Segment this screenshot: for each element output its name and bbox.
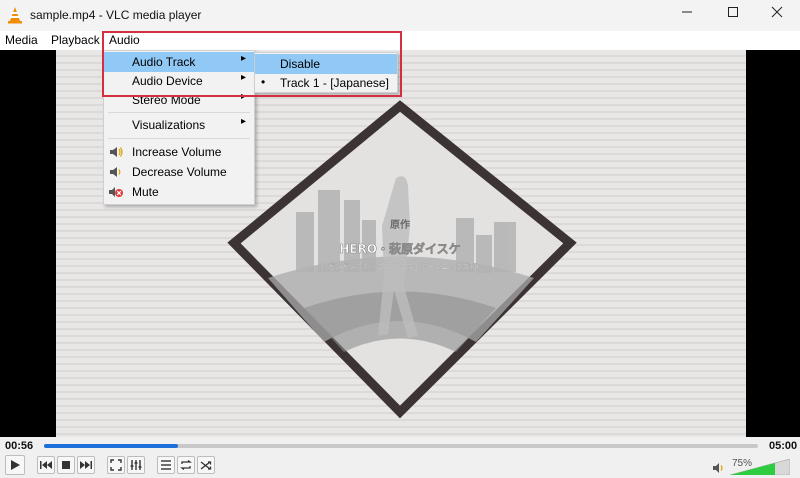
- menu-divider: [108, 138, 250, 139]
- menu-item-decrease-volume[interactable]: Decrease Volume: [104, 162, 254, 182]
- playlist-button[interactable]: [157, 456, 175, 474]
- vlc-cone-icon: [8, 7, 22, 24]
- menu-item-audio-device[interactable]: Audio Device ▸: [104, 71, 254, 91]
- chevron-right-icon: ▸: [240, 72, 246, 83]
- chevron-right-icon: ▸: [240, 116, 246, 127]
- loop-button[interactable]: [177, 456, 195, 474]
- menu-item-mute[interactable]: Mute: [104, 182, 254, 202]
- fullscreen-icon: [110, 459, 122, 471]
- menu-item-visualizations[interactable]: Visualizations ▸: [104, 115, 254, 135]
- minimize-icon: [682, 11, 692, 13]
- menu-playback[interactable]: Playback: [51, 33, 100, 47]
- fullscreen-button[interactable]: [107, 456, 125, 474]
- extended-settings-button[interactable]: [127, 456, 145, 474]
- submenu-item-track-1[interactable]: • Track 1 - [Japanese]: [255, 73, 397, 93]
- play-icon: [11, 460, 20, 470]
- elapsed-time: 00:56: [5, 440, 34, 452]
- submenu-item-disable[interactable]: Disable: [255, 54, 397, 74]
- stop-button[interactable]: [57, 456, 75, 474]
- shuffle-button[interactable]: [197, 456, 215, 474]
- close-icon: [771, 6, 783, 18]
- menu-audio[interactable]: Audio: [109, 33, 140, 47]
- window-title: sample.mp4 - VLC media player: [30, 8, 202, 22]
- volume-up-icon: [110, 147, 123, 157]
- shuffle-icon: [200, 461, 212, 470]
- menu-item-stereo-mode[interactable]: Stereo Mode ▸: [104, 90, 254, 110]
- loop-icon: [180, 459, 192, 471]
- title-bar: sample.mp4 - VLC media player: [0, 0, 800, 31]
- next-button[interactable]: [77, 456, 95, 474]
- volume-down-icon: [110, 167, 121, 177]
- playlist-icon: [161, 460, 171, 470]
- menu-media[interactable]: Media: [5, 33, 38, 47]
- skip-next-icon: [80, 461, 92, 469]
- previous-button[interactable]: [37, 456, 55, 474]
- credit-label: 原作: [390, 218, 410, 231]
- speaker-icon[interactable]: [712, 462, 724, 474]
- player-controls: 00:56 05:00 75%: [0, 437, 800, 478]
- equalizer-icon: [130, 460, 142, 470]
- volume-slider[interactable]: [730, 459, 790, 475]
- minimize-button[interactable]: [664, 0, 710, 31]
- audio-track-submenu: Disable • Track 1 - [Japanese]: [254, 52, 398, 93]
- skip-previous-icon: [40, 461, 52, 469]
- chevron-right-icon: ▸: [240, 53, 246, 64]
- credit-publisher: (「ガンガンコミックス スクウェア・エニックス刊): [321, 262, 479, 271]
- maximize-button[interactable]: [710, 0, 756, 31]
- stop-icon: [62, 461, 70, 469]
- close-button[interactable]: [754, 0, 800, 31]
- credit-name: HERO・萩原ダイスケ: [339, 241, 460, 256]
- menu-item-audio-track[interactable]: Audio Track ▸: [104, 52, 254, 72]
- selected-bullet-icon: •: [261, 75, 266, 89]
- mute-icon: [109, 187, 123, 197]
- audio-menu: Audio Track ▸ Audio Device ▸ Stereo Mode…: [103, 50, 255, 205]
- chevron-right-icon: ▸: [240, 91, 246, 102]
- play-button[interactable]: [5, 455, 25, 475]
- maximize-icon: [728, 7, 738, 17]
- menu-item-increase-volume[interactable]: Increase Volume: [104, 142, 254, 162]
- seek-progress: [44, 444, 178, 448]
- seek-bar[interactable]: [44, 444, 758, 448]
- menu-divider: [108, 112, 250, 113]
- total-time: 05:00: [769, 440, 798, 452]
- menu-bar: Media Playback Audio: [0, 31, 800, 50]
